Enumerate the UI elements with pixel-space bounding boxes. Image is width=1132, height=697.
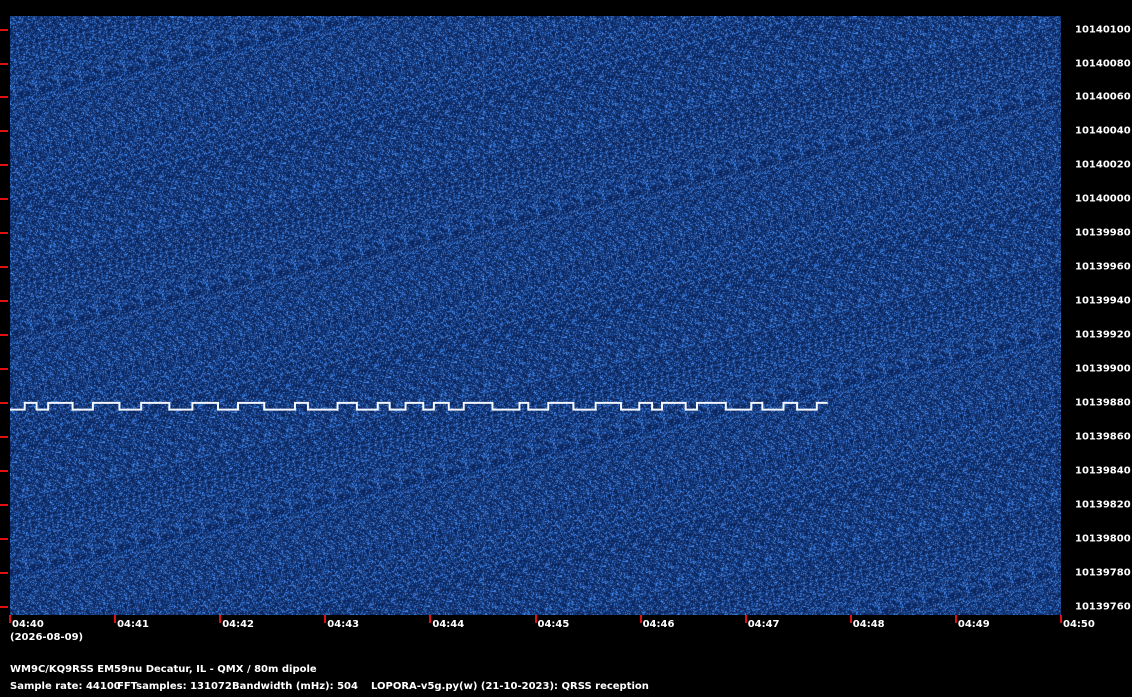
x-tick-mark: [639, 615, 642, 623]
fft-samples: FFTsamples: 131072: [117, 681, 232, 692]
y-tick-mark: [0, 571, 8, 574]
x-tick-label: 04:46: [642, 619, 675, 630]
y-tick-label: 10140020: [1075, 159, 1131, 171]
y-tick-label: 10139860: [1075, 431, 1131, 443]
y-tick-mark: [0, 367, 8, 370]
y-tick-label: 10139780: [1075, 567, 1131, 579]
signal-trace-layer: [10, 401, 828, 411]
y-tick-mark: [0, 605, 8, 608]
y-tick-label: 10139840: [1075, 465, 1131, 477]
x-tick-mark: [219, 615, 222, 623]
y-tick-label: 10140060: [1075, 91, 1131, 103]
y-tick-label: 10139980: [1075, 227, 1131, 239]
software-info: LOPORA-v5g.py(w) (21-10-2023): QRSS rece…: [371, 681, 649, 692]
x-tick-mark: [954, 615, 957, 623]
y-tick-mark: [0, 469, 8, 472]
x-tick-mark: [744, 615, 747, 623]
bandwidth: Bandwidth (mHz): 504: [232, 681, 358, 692]
x-tick-label: 04:49: [957, 619, 990, 630]
y-tick-mark: [0, 232, 8, 235]
y-tick-mark: [0, 435, 8, 438]
x-tick-label: 04:47: [747, 619, 780, 630]
y-tick-mark: [0, 266, 8, 269]
x-tick-label: 04:42: [222, 619, 255, 630]
x-tick-mark: [9, 615, 11, 623]
x-tick-mark: [429, 615, 432, 623]
x-tick-mark: [1060, 615, 1062, 623]
date-label: (2026-08-09): [10, 632, 84, 643]
station-info: WM9C/KQ9RSS EM59nu Decatur, IL - QMX / 8…: [10, 664, 317, 675]
x-tick-mark: [534, 615, 537, 623]
x-tick-label: 04:40: [12, 619, 44, 630]
y-tick-mark: [0, 537, 8, 540]
y-tick-mark: [0, 503, 8, 506]
y-tick-label: 10140080: [1075, 58, 1131, 69]
x-tick-label: 04:45: [537, 619, 570, 630]
y-tick-mark: [0, 198, 8, 201]
y-tick-label: 10140100: [1075, 24, 1131, 36]
y-tick-label: 10139880: [1075, 397, 1131, 409]
y-tick-label: 10139940: [1075, 295, 1131, 307]
y-tick-mark: [0, 164, 8, 167]
y-tick-label: 10139920: [1075, 329, 1131, 341]
y-tick-mark: [0, 401, 8, 404]
y-tick-mark: [0, 62, 8, 65]
x-tick-mark: [849, 615, 852, 623]
y-tick-label: 10140040: [1075, 125, 1131, 137]
y-tick-mark: [0, 300, 8, 303]
sample-rate: Sample rate: 44100: [10, 681, 121, 692]
x-tick-mark: [324, 615, 327, 623]
y-tick-mark: [0, 96, 8, 99]
x-tick-label: 04:50: [1063, 619, 1095, 630]
y-tick-label: 10139960: [1075, 261, 1131, 273]
y-tick-label: 10140000: [1075, 193, 1131, 205]
y-tick-label: 10139760: [1075, 601, 1131, 612]
y-tick-label: 10139800: [1075, 533, 1131, 545]
x-tick-label: 04:43: [327, 619, 360, 630]
y-tick-label: 10139900: [1075, 363, 1131, 375]
spectrogram-plot: [10, 16, 1061, 615]
x-tick-label: 04:44: [432, 619, 465, 630]
signal-trace: [10, 401, 828, 411]
x-tick-label: 04:48: [852, 619, 885, 630]
y-tick-mark: [0, 334, 8, 336]
y-tick-label: 10139820: [1075, 499, 1131, 511]
y-tick-mark: [0, 130, 8, 133]
x-tick-label: 04:41: [117, 619, 149, 630]
y-tick-mark: [0, 28, 8, 31]
x-tick-mark: [114, 615, 117, 623]
